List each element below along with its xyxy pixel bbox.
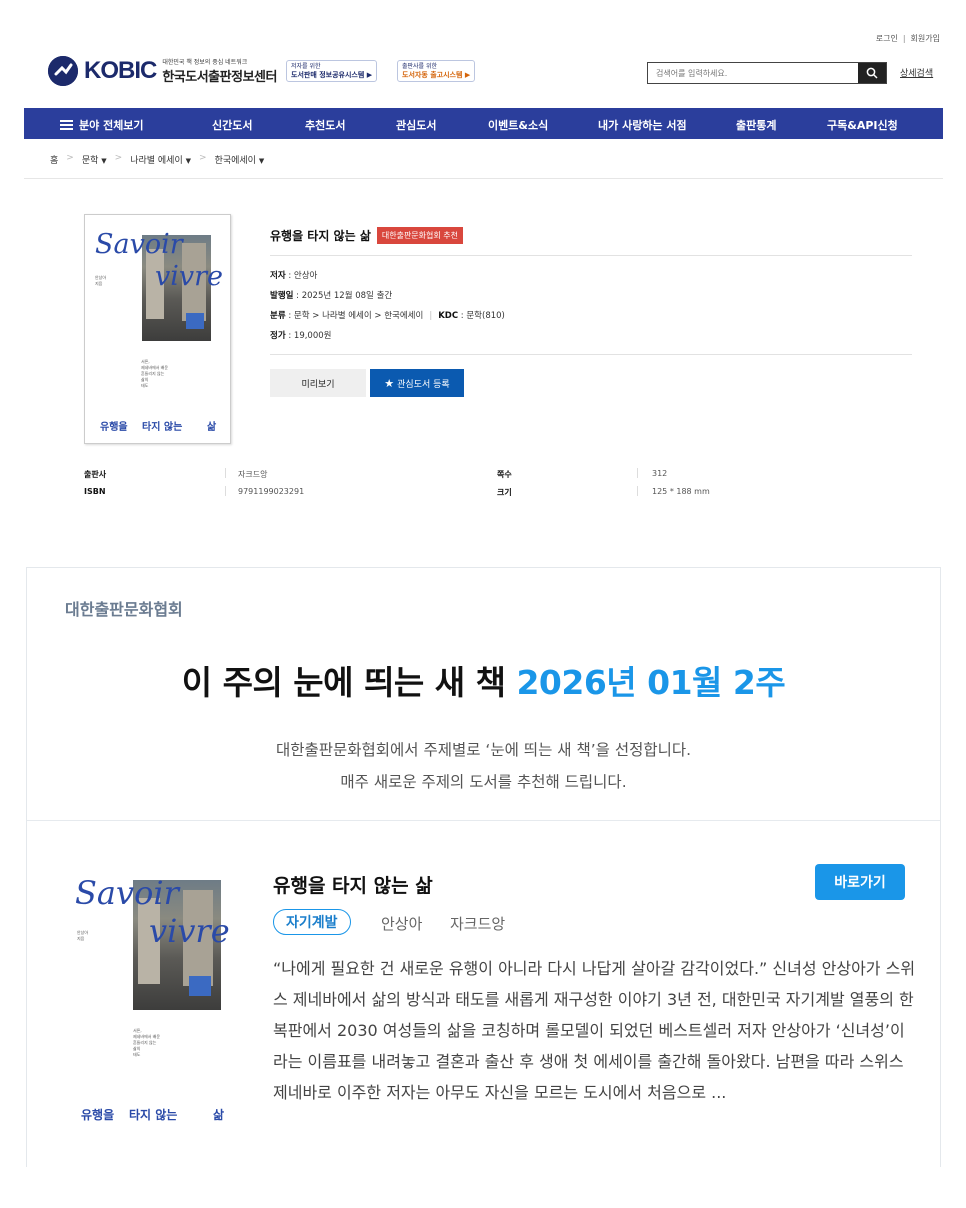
cover-title-2: 타지 않는 (142, 422, 183, 433)
recommended-title[interactable]: 유행을 타지 않는 삶 (273, 871, 433, 898)
cover-title-3: 삶 (213, 1108, 225, 1122)
divider: | (902, 34, 906, 43)
divider (270, 354, 912, 355)
search-input[interactable] (648, 63, 858, 83)
feature-desc-line1: 대한출판문화협회에서 주제별로 ‘눈에 띄는 새 책’을 선정합니다. (275, 741, 692, 759)
divider (225, 468, 226, 478)
cover-word-vivre: vivre (149, 912, 230, 950)
nav-all-label: 분야 전체보기 (79, 119, 144, 132)
promo-main: 도서판매 정보공유시스템 ▶ (291, 71, 373, 79)
book-cover[interactable]: Savoir vivre 안상아 지음 서른, 제네바에서 배운 흔들리지 않는… (84, 214, 231, 444)
nav-events[interactable]: 이벤트&소식 (488, 117, 548, 133)
promo-small: 출판사를 위한 (402, 63, 438, 70)
preview-button[interactable]: 미리보기 (270, 369, 366, 397)
size-label: 크기 (497, 488, 512, 497)
cover-word-vivre: vivre (155, 261, 224, 292)
nav-all-categories[interactable]: 분야 전체보기 (60, 117, 144, 133)
cover-blurb: 서른, 제네바에서 배운 흔들리지 않는 삶의 태도 (133, 1028, 161, 1057)
book-category: 분류 : 문학 > 나라별 에세이 > 한국에세이 | KDC : 문학(810) (270, 311, 505, 321)
divider (24, 178, 943, 179)
book-title: 유행을 타지 않는 삶 대한출판문화협회 추천 (270, 227, 464, 244)
recommended-publisher: 자크드앙 (450, 915, 506, 933)
promo-main: 도서자동 출고시스템 ▶ (402, 71, 471, 79)
book-author: 저자 : 안상아 (270, 271, 318, 281)
feature-description: 대한출판문화협회에서 주제별로 ‘눈에 띄는 새 책’을 선정합니다. 매주 새… (27, 734, 940, 798)
caret-down-icon: ▼ (185, 157, 192, 165)
breadcrumb: 홈 > 문학 ▼ > 나라별 에세이 ▼ > 한국에세이 ▼ (50, 153, 264, 166)
nav-bookstore[interactable]: 내가 사랑하는 서점 (598, 117, 687, 133)
login-link[interactable]: 로그인 (876, 34, 898, 43)
book-date: 발행일 : 2025년 12월 08일 출간 (270, 291, 393, 301)
signup-link[interactable]: 회원가입 (911, 34, 940, 43)
cover-title-1: 유행을 (81, 1108, 115, 1122)
nav-new-books[interactable]: 신간도서 (212, 117, 252, 133)
advanced-search-link[interactable]: 상세검색 (900, 66, 933, 79)
promo-publisher-system[interactable]: 출판사를 위한 도서자동 출고시스템 ▶ (397, 60, 476, 82)
recommended-book-cover[interactable]: Savoir vivre 안상아 지음 서른, 제네바에서 배운 흔들리지 않는… (71, 868, 235, 1130)
divider (637, 468, 638, 478)
isbn-label: ISBN (84, 487, 106, 496)
promo-small: 저자를 위한 (291, 63, 321, 70)
star-icon: ★ (384, 376, 395, 390)
caret-down-icon: ▼ (101, 157, 107, 165)
add-favorite-button[interactable]: ★ 관심도서 등록 (370, 369, 464, 397)
cover-blurb: 서른, 제네바에서 배운 흔들리지 않는 삶의 태도 (141, 359, 169, 388)
cover-author: 안상아 지음 (77, 930, 89, 941)
feature-org: 대한출판문화협회 (65, 600, 183, 619)
featured-section: 대한출판문화협회 이 주의 눈에 띄는 새 책 2026년 01월 2주 대한출… (26, 567, 941, 1167)
publisher-label: 출판사 (84, 470, 107, 479)
search-box (647, 62, 887, 84)
logo-brand: KOBIC (84, 57, 157, 84)
nav-subscribe[interactable]: 구독&API신청 (827, 117, 898, 133)
category-tag[interactable]: 자기계발 (273, 909, 351, 935)
nav-interest[interactable]: 관심도서 (396, 117, 436, 133)
feature-desc-line2: 매주 새로운 주제의 도서를 추천해 드립니다. (340, 773, 627, 791)
recommend-badge: 대한출판문화협회 추천 (376, 227, 464, 244)
recommended-author: 안상아 (381, 915, 423, 933)
recommended-description: “나에게 필요한 건 새로운 유행이 아니라 다시 나답게 살아갈 감각이었다.… (273, 959, 916, 1102)
breadcrumb-home[interactable]: 홈 (50, 153, 58, 166)
cover-title-2: 타지 않는 (129, 1108, 178, 1122)
add-favorite-label: 관심도서 등록 (397, 379, 450, 390)
pages-label: 쪽수 (497, 470, 512, 479)
cover-author: 안상아 지음 (95, 275, 107, 286)
caret-down-icon: ▼ (258, 157, 265, 165)
divider (225, 486, 226, 496)
feature-week: 2026년 01월 2주 (516, 663, 786, 702)
utility-links: 로그인 | 회원가입 (876, 33, 940, 44)
cover-title-3: 삶 (207, 422, 217, 433)
divider (270, 255, 912, 256)
breadcrumb-korean-essay[interactable]: 한국에세이 ▼ (215, 153, 265, 166)
cover-title-1: 유행을 (100, 422, 128, 433)
publisher-value: 자크드앙 (238, 470, 268, 479)
nav-recommended[interactable]: 추천도서 (305, 117, 345, 133)
isbn-value: 9791199023291 (238, 487, 305, 496)
chevron-right-icon: > (66, 153, 74, 163)
menu-icon (60, 120, 73, 130)
nav-statistics[interactable]: 출판통계 (736, 117, 776, 133)
breadcrumb-literature[interactable]: 문학 ▼ (82, 153, 107, 166)
size-value: 125 * 188 mm (652, 487, 710, 496)
chevron-right-icon: > (199, 153, 207, 163)
logo-subtitle: 대한민국 책 정보의 중심 네트워크 (162, 59, 248, 66)
logo-name: 한국도서출판정보센터 (162, 70, 277, 85)
pages-value: 312 (652, 469, 668, 478)
logo-icon (48, 56, 78, 86)
chevron-right-icon: > (114, 153, 123, 163)
cover-word-savoir: Savoir (95, 229, 183, 260)
divider (637, 486, 638, 496)
feature-heading: 이 주의 눈에 띄는 새 책 2026년 01월 2주 (181, 663, 786, 702)
search-icon (866, 67, 878, 79)
book-title-text: 유행을 타지 않는 삶 (270, 229, 371, 243)
breadcrumb-essay-by-country[interactable]: 나라별 에세이 ▼ (130, 153, 191, 166)
book-price: 정가 : 19,000원 (270, 331, 332, 341)
main-nav: 분야 전체보기 신간도서 추천도서 관심도서 이벤트&소식 내가 사랑하는 서점… (24, 108, 943, 139)
promo-author-system[interactable]: 저자를 위한 도서판매 정보공유시스템 ▶ (286, 60, 378, 82)
divider (27, 820, 940, 821)
header: KOBIC 대한민국 책 정보의 중심 네트워크 한국도서출판정보센터 저자를 … (0, 56, 966, 96)
site-logo[interactable]: KOBIC 대한민국 책 정보의 중심 네트워크 한국도서출판정보센터 (48, 56, 277, 86)
go-button[interactable]: 바로가기 (815, 864, 905, 900)
search-button[interactable] (858, 63, 886, 83)
cover-word-savoir: Savoir (75, 874, 179, 912)
